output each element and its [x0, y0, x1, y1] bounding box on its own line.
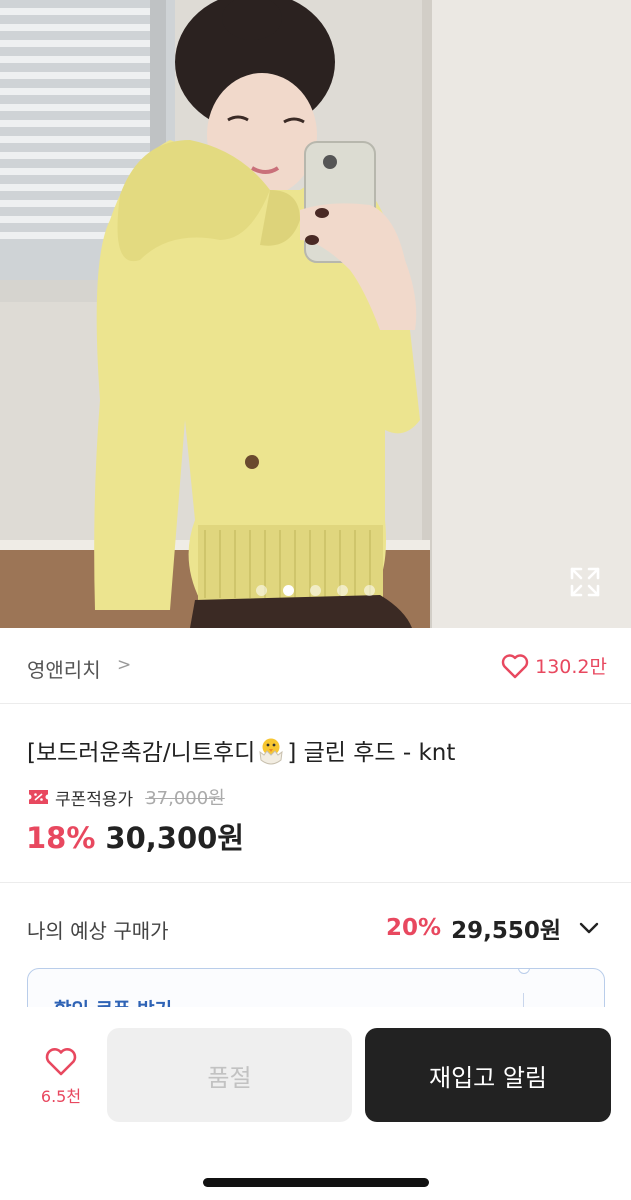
carousel-dot[interactable]	[337, 585, 348, 596]
carousel-pagination	[0, 585, 631, 596]
coupon-box-notch	[518, 969, 530, 974]
home-indicator[interactable]	[203, 1178, 429, 1187]
coupon-price-label: 쿠폰적용가	[55, 789, 134, 810]
restock-alert-button[interactable]: 재입고 알림	[365, 1028, 611, 1122]
expected-discount-rate: 20%	[386, 915, 442, 941]
expand-arrows-icon[interactable]	[568, 565, 602, 599]
discount-rate: 18%	[26, 821, 96, 855]
section-divider	[0, 882, 631, 883]
expected-price-toggle[interactable]: 20% 29,550원	[386, 911, 601, 945]
store-like-button[interactable]: 130.2만	[501, 652, 607, 679]
carousel-dot-active[interactable]	[283, 585, 294, 596]
wishlist-count: 6.5천	[40, 1087, 82, 1106]
price-row: 18% 30,300원	[26, 815, 244, 857]
product-title: [보드러운촉감/니트후디 ] 글린 후드 - knt	[27, 733, 455, 767]
carousel-dot[interactable]	[310, 585, 321, 596]
sale-price: 30,300원	[105, 821, 245, 855]
heart-outline-icon	[45, 1048, 77, 1076]
original-price: 37,000원	[145, 788, 225, 809]
product-image-carousel[interactable]	[0, 0, 631, 628]
hatching-chick-icon	[257, 736, 285, 766]
product-title-suffix: ] 글린 후드 - knt	[287, 740, 456, 766]
product-photo	[0, 0, 631, 628]
store-like-count: 130.2만	[535, 656, 607, 678]
soldout-button[interactable]: 품절	[107, 1028, 352, 1122]
chevron-down-icon	[579, 922, 599, 934]
expected-price-label: 나의 예상 구매가	[27, 919, 169, 943]
store-name[interactable]: 영앤리치	[27, 654, 101, 683]
heart-outline-icon	[501, 653, 529, 678]
coupon-price-row: 쿠폰적용가 37,000원	[28, 784, 225, 810]
bottom-action-bar: 6.5천 품절 재입고 알림	[0, 1007, 631, 1200]
carousel-dot[interactable]	[364, 585, 375, 596]
carousel-dot[interactable]	[256, 585, 267, 596]
expected-price: 29,550원	[451, 918, 561, 944]
product-title-prefix: [보드러운촉감/니트후디	[27, 740, 256, 766]
coupon-ticket-icon	[29, 790, 48, 804]
wishlist-button[interactable]: 6.5천	[34, 1047, 88, 1107]
store-row[interactable]: 영앤리치 > 130.2만	[0, 628, 631, 704]
chevron-right-icon: >	[117, 655, 132, 675]
